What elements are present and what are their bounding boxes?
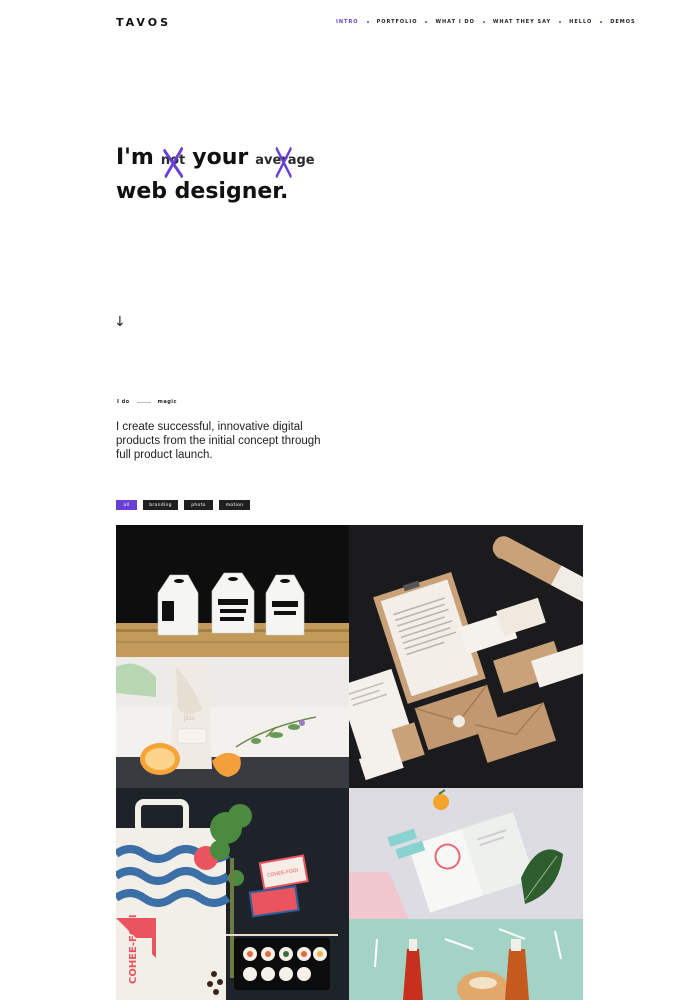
arrow-down-icon[interactable]: ↓: [114, 314, 126, 330]
word-not: not: [160, 153, 186, 168]
tagline: I do magic: [117, 399, 177, 405]
tagline-left: I do: [117, 399, 130, 405]
main-nav: INTRO PORTFOLIO WHAT I DO WHAT THEY SAY …: [336, 19, 636, 25]
struck-word-not: not: [160, 145, 186, 178]
filter-branding[interactable]: branding: [143, 500, 178, 510]
nav-hello[interactable]: HELLO: [569, 19, 592, 25]
portfolio-item-boxes[interactable]: [116, 525, 349, 657]
filter-photo[interactable]: photo: [184, 500, 213, 510]
food-image: [349, 919, 583, 1000]
packaging-image: COHEE-FOOI COHEE-FOOI: [116, 788, 349, 1000]
nav-separator: [600, 21, 603, 23]
portfolio-item-packaging[interactable]: COHEE-FOOI COHEE-FOOI: [116, 788, 349, 1000]
nav-separator: [559, 21, 562, 23]
portfolio-item-food[interactable]: [349, 919, 583, 1000]
nav-separator: [366, 21, 369, 23]
hero-line-2: web designer.: [116, 179, 289, 204]
pack-text: COHEE-FOOI: [128, 914, 139, 984]
hero-your: your: [192, 145, 249, 170]
hero-im: I'm: [116, 145, 154, 170]
cup-label: jcu: [183, 714, 194, 722]
tagline-right: magic: [157, 399, 177, 405]
brochure-image: [349, 788, 583, 919]
word-average: average: [255, 153, 315, 168]
nav-what-they-say[interactable]: WHAT THEY SAY: [493, 19, 551, 25]
struck-word-average: average: [255, 145, 315, 178]
nav-separator: [425, 21, 428, 23]
filter-motion[interactable]: motion: [219, 500, 250, 510]
boxes-image: [116, 525, 349, 657]
filter-all[interactable]: all: [116, 500, 137, 510]
divider: [136, 401, 151, 403]
portfolio-item-cup[interactable]: jcu: [116, 657, 349, 788]
nav-intro[interactable]: INTRO: [336, 19, 359, 25]
nav-portfolio[interactable]: PORTFOLIO: [377, 19, 418, 25]
nav-separator: [482, 21, 485, 23]
intro-text: I create successful, innovative digital …: [116, 421, 321, 461]
stationery-image: [349, 525, 583, 788]
logo[interactable]: TAVOS: [116, 16, 171, 29]
portfolio-filters: all branding photo motion: [116, 500, 250, 510]
portfolio-item-stationery[interactable]: [349, 525, 583, 788]
portfolio-item-brochure[interactable]: [349, 788, 583, 919]
nav-demos[interactable]: DEMOS: [610, 19, 635, 25]
nav-what-i-do[interactable]: WHAT I DO: [435, 19, 474, 25]
hero-heading: I'm not your average web designer.: [116, 142, 315, 207]
cup-image: jcu: [116, 657, 349, 788]
